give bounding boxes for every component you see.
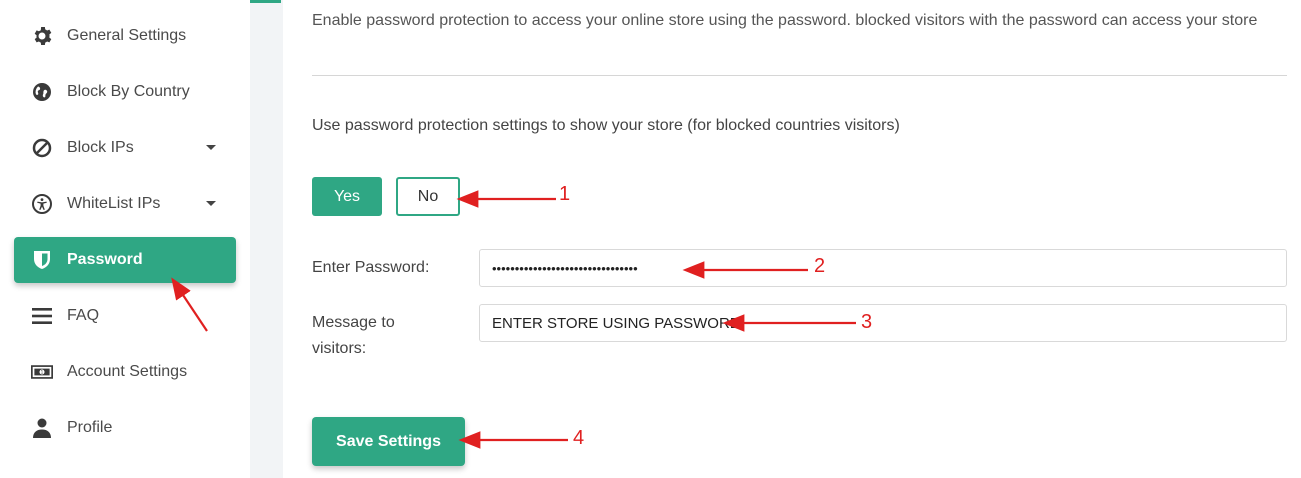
sidebar-item-label: Profile (67, 419, 113, 436)
message-label: Message to visitors: (312, 314, 395, 357)
password-field[interactable]: •••••••••••••••••••••••••••••••• (479, 249, 1287, 287)
sidebar-item-label: General Settings (67, 27, 187, 44)
sidebar-item-label: FAQ (67, 307, 100, 324)
protection-question: Use password protection settings to show… (312, 117, 900, 134)
password-label: Enter Password: (312, 259, 430, 276)
sidebar-item-label: Account Settings (67, 363, 188, 380)
annotation-number-4: 4 (573, 427, 585, 449)
sidebar-item-account-settings[interactable]: 1 Account Settings (14, 349, 236, 395)
svg-text:1: 1 (41, 370, 44, 375)
sidebar-item-block-by-country[interactable]: Block By Country (14, 69, 236, 115)
page: General Settings Block By Country Block … (0, 0, 1301, 478)
annotation-number-1: 1 (559, 183, 571, 205)
sidebar-item-whitelist-ips[interactable]: WhiteList IPs (14, 181, 236, 227)
main-content: Enable password protection to access you… (283, 0, 1301, 478)
save-settings-button[interactable]: Save Settings (312, 417, 465, 466)
sidebar-item-block-ips[interactable]: Block IPs (14, 125, 236, 171)
annotation-number-2: 2 (814, 255, 826, 277)
sidebar-item-password[interactable]: Password (14, 237, 236, 283)
money-icon: 1 (31, 361, 53, 383)
accessibility-icon (31, 193, 53, 215)
sidebar-item-faq[interactable]: FAQ (14, 293, 236, 339)
chevron-down-icon[interactable] (206, 201, 216, 206)
ban-icon (31, 137, 53, 159)
no-button[interactable]: No (396, 177, 460, 216)
menu-icon (31, 305, 53, 327)
chevron-down-icon[interactable] (206, 145, 216, 150)
sidebar-item-label: WhiteList IPs (67, 195, 161, 212)
sidebar-item-label: Block IPs (67, 139, 134, 156)
sidebar: General Settings Block By Country Block … (0, 0, 250, 478)
user-icon (31, 417, 53, 439)
gear-icon (31, 25, 53, 47)
sidebar-item-label: Block By Country (67, 83, 190, 100)
divider (312, 75, 1287, 76)
shield-icon (31, 249, 53, 271)
content-gutter (250, 0, 283, 478)
sidebar-item-general-settings[interactable]: General Settings (14, 13, 236, 59)
message-field[interactable]: ENTER STORE USING PASSWORD (479, 304, 1287, 342)
globe-icon (31, 81, 53, 103)
annotation-number-3: 3 (861, 311, 873, 333)
section-description: Enable password protection to access you… (312, 12, 1258, 29)
sidebar-item-label: Password (67, 251, 143, 268)
yes-button[interactable]: Yes (312, 177, 382, 216)
gutter-accent (250, 0, 281, 3)
sidebar-item-profile[interactable]: Profile (14, 405, 236, 451)
